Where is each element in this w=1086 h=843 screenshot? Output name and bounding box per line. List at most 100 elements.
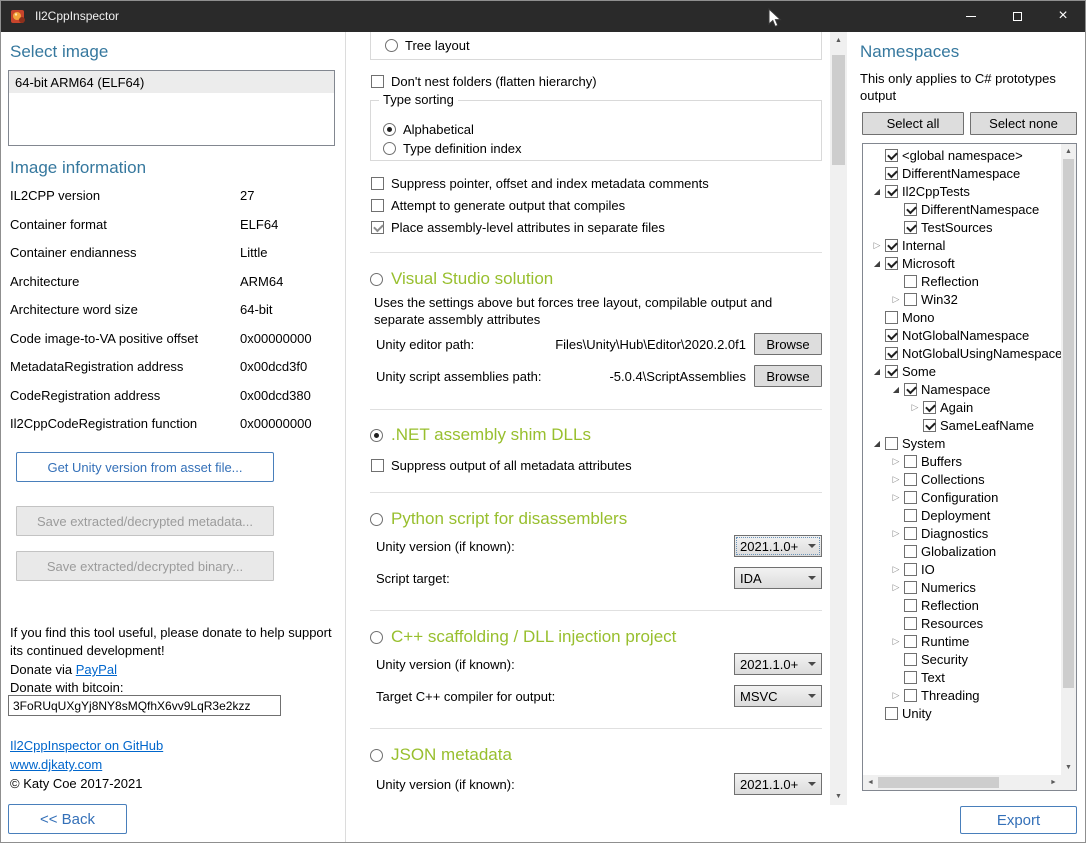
- expand-icon[interactable]: ▷: [888, 293, 904, 306]
- namespace-checkbox[interactable]: [904, 581, 917, 594]
- tree-item-reflection[interactable]: Reflection: [863, 272, 1061, 290]
- expand-icon[interactable]: ▷: [888, 527, 904, 540]
- tree-item-il2cpptests[interactable]: ◢Il2CppTests: [863, 182, 1061, 200]
- collapse-icon[interactable]: ◢: [869, 257, 885, 270]
- tree-vertical-scrollbar[interactable]: ▲ ▼: [1061, 144, 1076, 775]
- collapse-icon[interactable]: ◢: [869, 185, 885, 198]
- expand-icon[interactable]: ▷: [888, 689, 904, 702]
- tree-item-buffers[interactable]: ▷Buffers: [863, 452, 1061, 470]
- middle-scrollbar-track[interactable]: [830, 49, 847, 788]
- tree-item-unity[interactable]: Unity: [863, 704, 1061, 722]
- collapse-icon[interactable]: ◢: [888, 383, 904, 396]
- namespace-checkbox[interactable]: [904, 545, 917, 558]
- expand-icon[interactable]: ▷: [888, 455, 904, 468]
- namespace-checkbox[interactable]: [904, 293, 917, 306]
- tree-item-diagnostics[interactable]: ▷Diagnostics: [863, 524, 1061, 542]
- bitcoin-address-field[interactable]: [8, 695, 281, 716]
- expand-icon[interactable]: ▷: [869, 239, 885, 252]
- tree-item-win32[interactable]: ▷Win32: [863, 290, 1061, 308]
- github-link[interactable]: Il2CppInspector on GitHub: [10, 738, 163, 753]
- tree-item-threading[interactable]: ▷Threading: [863, 686, 1061, 704]
- namespace-checkbox[interactable]: [904, 527, 917, 540]
- namespace-checkbox[interactable]: [904, 221, 917, 234]
- namespace-checkbox[interactable]: [885, 311, 898, 324]
- suppress-comments-checkbox[interactable]: [371, 177, 384, 190]
- image-list-item[interactable]: 64-bit ARM64 (ELF64): [9, 71, 334, 93]
- tree-item-sameleafname[interactable]: SameLeafName: [863, 416, 1061, 434]
- tree-item-text[interactable]: Text: [863, 668, 1061, 686]
- namespace-checkbox[interactable]: [904, 383, 917, 396]
- suppress-attributes-checkbox[interactable]: [371, 459, 384, 472]
- tree-item-global-namespace[interactable]: <global namespace>: [863, 146, 1061, 164]
- expand-icon[interactable]: ▷: [888, 473, 904, 486]
- unity-editor-path-value[interactable]: Files\Unity\Hub\Editor\2020.2.0f1: [474, 337, 754, 352]
- namespace-checkbox[interactable]: [885, 239, 898, 252]
- tree-item-differentnamespace[interactable]: DifferentNamespace: [863, 164, 1061, 182]
- tree-item-notglobalusingnamespace[interactable]: NotGlobalUsingNamespace: [863, 344, 1061, 362]
- expand-icon[interactable]: ▷: [888, 635, 904, 648]
- paypal-link[interactable]: PayPal: [76, 662, 117, 677]
- namespace-checkbox[interactable]: [904, 509, 917, 522]
- flatten-checkbox[interactable]: [371, 75, 384, 88]
- titlebar[interactable]: Il2CppInspector ×: [0, 0, 1086, 32]
- namespace-checkbox[interactable]: [904, 653, 917, 666]
- tree-item-security[interactable]: Security: [863, 650, 1061, 668]
- tree-vscroll-track[interactable]: [1061, 159, 1076, 760]
- namespace-checkbox[interactable]: [904, 491, 917, 504]
- tree-item-internal[interactable]: ▷Internal: [863, 236, 1061, 254]
- back-button[interactable]: << Back: [8, 804, 127, 834]
- tree-item-differentnamespace[interactable]: DifferentNamespace: [863, 200, 1061, 218]
- namespace-checkbox[interactable]: [923, 419, 936, 432]
- tree-item-notglobalnamespace[interactable]: NotGlobalNamespace: [863, 326, 1061, 344]
- script-target-select[interactable]: IDA: [734, 567, 822, 589]
- tree-hscroll-track[interactable]: [878, 775, 1046, 790]
- tree-item-namespace[interactable]: ◢Namespace: [863, 380, 1061, 398]
- namespace-checkbox[interactable]: [885, 437, 898, 450]
- namespace-checkbox[interactable]: [904, 455, 917, 468]
- tree-item-runtime[interactable]: ▷Runtime: [863, 632, 1061, 650]
- namespace-checkbox[interactable]: [904, 563, 917, 576]
- tree-item-deployment[interactable]: Deployment: [863, 506, 1061, 524]
- separate-attributes-checkbox[interactable]: [371, 221, 384, 234]
- tree-item-testsources[interactable]: TestSources: [863, 218, 1061, 236]
- namespace-checkbox[interactable]: [923, 401, 936, 414]
- expand-icon[interactable]: ▷: [888, 491, 904, 504]
- namespace-checkbox[interactable]: [885, 329, 898, 342]
- unity-script-assemblies-value[interactable]: -5.0.4\ScriptAssemblies: [541, 369, 754, 384]
- tree-vscroll-thumb[interactable]: [1063, 159, 1074, 688]
- tree-item-configuration[interactable]: ▷Configuration: [863, 488, 1061, 506]
- tree-hscroll-thumb[interactable]: [878, 777, 999, 788]
- json-unity-version-select[interactable]: 2021.1.0+: [734, 773, 822, 795]
- tree-item-system[interactable]: ◢System: [863, 434, 1061, 452]
- collapse-icon[interactable]: ◢: [869, 437, 885, 450]
- compiles-checkbox[interactable]: [371, 199, 384, 212]
- expand-icon[interactable]: ▷: [888, 581, 904, 594]
- python-script-radio[interactable]: [370, 513, 383, 526]
- scroll-down-icon[interactable]: ▼: [1061, 760, 1076, 775]
- browse-script-assemblies-button[interactable]: Browse: [754, 365, 822, 387]
- minimize-button[interactable]: [948, 0, 994, 32]
- json-metadata-radio[interactable]: [370, 749, 383, 762]
- close-button[interactable]: ×: [1040, 0, 1086, 32]
- tree-item-io[interactable]: ▷IO: [863, 560, 1061, 578]
- tree-layout-radio[interactable]: [385, 39, 398, 52]
- tree-item-some[interactable]: ◢Some: [863, 362, 1061, 380]
- tree-item-resources[interactable]: Resources: [863, 614, 1061, 632]
- tree-item-again[interactable]: ▷Again: [863, 398, 1061, 416]
- namespace-checkbox[interactable]: [904, 617, 917, 630]
- namespace-checkbox[interactable]: [885, 167, 898, 180]
- namespace-checkbox[interactable]: [885, 365, 898, 378]
- tree-item-numerics[interactable]: ▷Numerics: [863, 578, 1061, 596]
- image-listbox[interactable]: 64-bit ARM64 (ELF64): [8, 70, 335, 146]
- cpp-compiler-select[interactable]: MSVC: [734, 685, 822, 707]
- tree-horizontal-scrollbar[interactable]: ◄ ►: [863, 775, 1061, 790]
- expand-icon[interactable]: ▷: [888, 563, 904, 576]
- namespace-checkbox[interactable]: [904, 599, 917, 612]
- namespace-checkbox[interactable]: [885, 185, 898, 198]
- visual-studio-radio[interactable]: [370, 273, 383, 286]
- browse-editor-path-button[interactable]: Browse: [754, 333, 822, 355]
- scroll-up-icon[interactable]: ▲: [830, 32, 847, 49]
- cpp-scaffolding-radio[interactable]: [370, 631, 383, 644]
- tree-item-reflection[interactable]: Reflection: [863, 596, 1061, 614]
- type-definition-index-radio[interactable]: [383, 142, 396, 155]
